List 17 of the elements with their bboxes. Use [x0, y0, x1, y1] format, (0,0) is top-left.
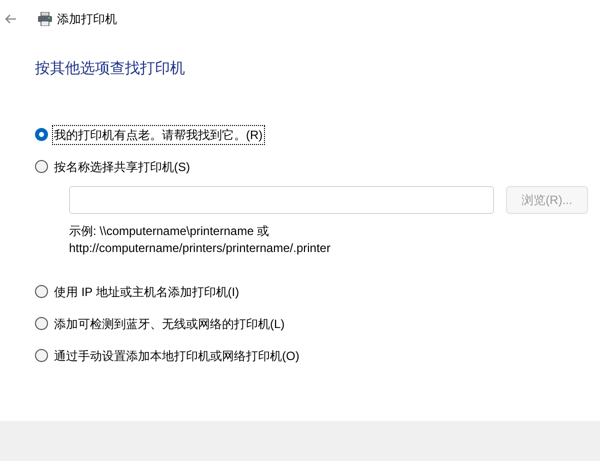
option-label[interactable]: 使用 IP 地址或主机名添加打印机(I)	[53, 282, 240, 300]
radio-button[interactable]	[35, 128, 48, 141]
radio-button[interactable]	[35, 317, 48, 330]
example-text: 示例: \\computername\printername 或	[69, 222, 270, 240]
printer-icon	[37, 12, 53, 26]
option-label[interactable]: 通过手动设置添加本地打印机或网络打印机(O)	[53, 346, 300, 364]
radio-button[interactable]	[35, 160, 48, 173]
radio-button[interactable]	[35, 285, 48, 298]
page-heading: 按其他选项查找打印机	[35, 59, 186, 79]
printer-name-field[interactable]	[69, 186, 494, 214]
option-label[interactable]: 我的打印机有点老。请帮我找到它。(R)	[53, 126, 264, 144]
back-arrow-icon[interactable]	[5, 14, 17, 24]
example-text: http://computername/printers/printername/.printer	[69, 240, 332, 256]
option-label[interactable]: 按名称选择共享打印机(S)	[53, 158, 191, 176]
radio-button[interactable]	[35, 349, 48, 362]
option-label[interactable]: 添加可检测到蓝牙、无线或网络的打印机(L)	[53, 314, 286, 332]
window-title: 添加打印机	[57, 11, 117, 28]
